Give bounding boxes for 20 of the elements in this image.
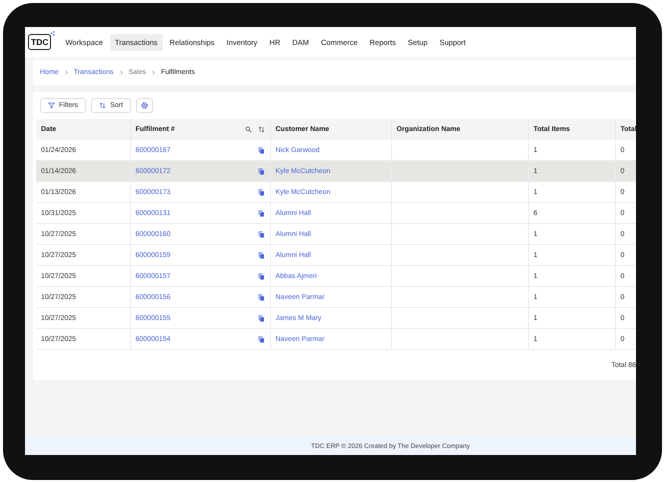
chevron-icon — [64, 70, 68, 75]
copy-icon[interactable] — [258, 188, 264, 196]
settings-icon — [140, 101, 149, 110]
settings-button[interactable] — [136, 98, 153, 113]
copy-icon[interactable] — [258, 336, 264, 342]
copy-icon[interactable] — [258, 294, 264, 300]
sort-icon — [99, 102, 106, 109]
chevron-icon — [120, 70, 122, 75]
copy-icon[interactable] — [258, 272, 264, 280]
copy-icon[interactable] — [258, 314, 264, 322]
copy-icon[interactable] — [258, 168, 264, 174]
sort-icon[interactable] — [258, 126, 264, 133]
copy-icon[interactable] — [258, 146, 264, 154]
logo: TDC — [28, 34, 52, 50]
filter-icon — [48, 102, 55, 109]
search-icon[interactable] — [244, 126, 252, 133]
chevron-icon — [152, 70, 156, 75]
copy-icon[interactable] — [258, 230, 264, 238]
copy-icon[interactable] — [258, 252, 264, 258]
copy-icon[interactable] — [258, 210, 264, 216]
